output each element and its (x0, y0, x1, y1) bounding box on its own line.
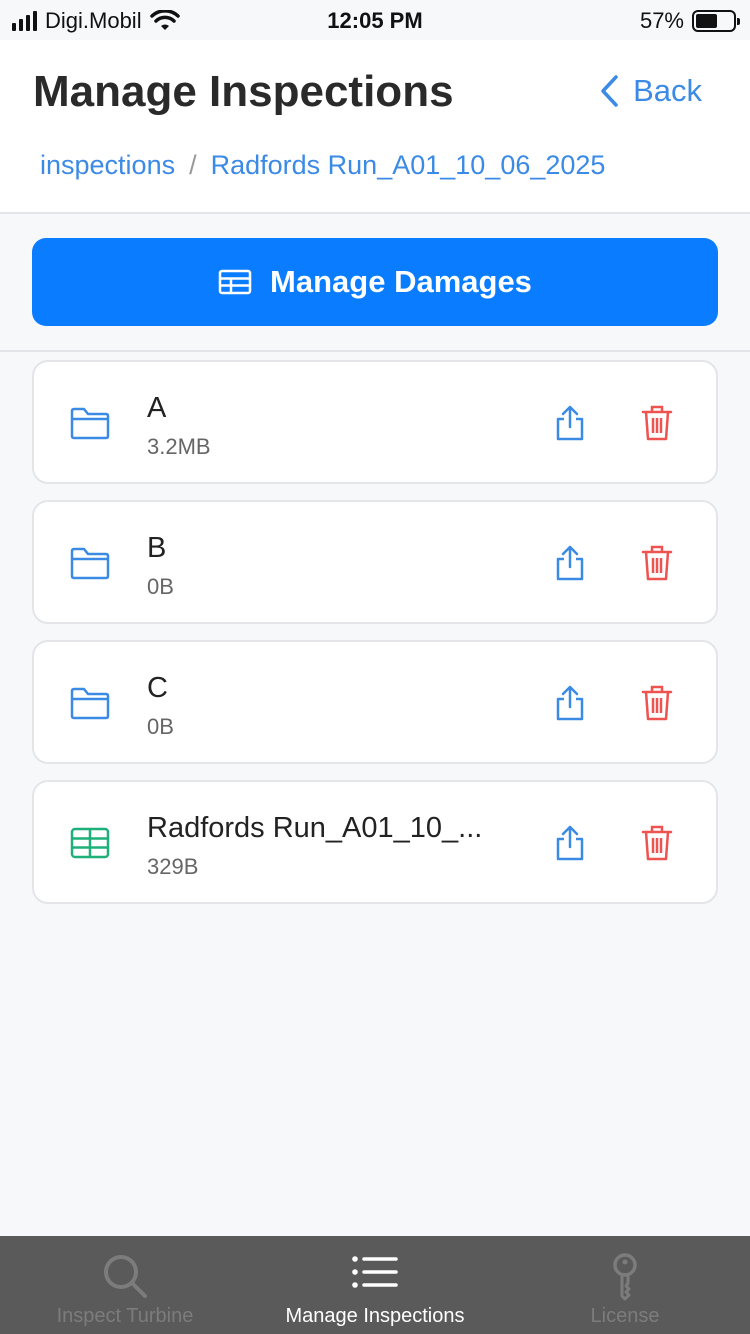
tab-label: Inspect Turbine (56, 1305, 194, 1327)
back-label: Back (633, 73, 702, 108)
breadcrumb-current[interactable]: Radfords Run_A01_10_06_2025 (211, 150, 606, 181)
tab-label: Manage Inspections (285, 1305, 465, 1327)
list-item[interactable]: Radfords Run_A01_10_... 329B (32, 780, 718, 904)
tab-icon-wrap (500, 1252, 750, 1302)
trash-icon[interactable] (640, 684, 674, 722)
list-item[interactable]: C 0B (32, 640, 718, 764)
page-title: Manage Inspections (33, 67, 454, 116)
breadcrumb: inspections / Radfords Run_A01_10_06_202… (40, 150, 605, 181)
manage-damages-button[interactable]: Manage Damages (32, 238, 718, 326)
battery-percent: 57% (639, 8, 684, 33)
breadcrumb-separator: / (189, 150, 197, 180)
share-icon[interactable] (554, 684, 586, 722)
item-name: C (147, 672, 168, 704)
tab-bar: Inspect Turbine Manage Inspections Licen… (0, 1236, 750, 1334)
tab-icon-wrap (0, 1252, 250, 1300)
divider (0, 350, 750, 352)
list-item[interactable]: B 0B (32, 500, 718, 624)
table-icon (218, 269, 252, 295)
battery-icon (692, 10, 740, 32)
share-icon[interactable] (554, 544, 586, 582)
manage-damages-label: Manage Damages (270, 264, 532, 299)
spreadsheet-icon (70, 827, 110, 859)
trash-icon[interactable] (640, 824, 674, 862)
key-icon (613, 1253, 637, 1301)
chevron-left-icon (601, 75, 618, 107)
status-bar: Digi.Mobil 12:05 PM 57% (0, 0, 750, 40)
item-name: Radfords Run_A01_10_... (147, 812, 483, 844)
item-size: 0B (147, 714, 174, 739)
item-size: 0B (147, 574, 174, 599)
tab-label: License (590, 1305, 660, 1327)
list-item[interactable]: A 3.2MB (32, 360, 718, 484)
battery-fill (696, 14, 717, 28)
item-size: 3.2MB (147, 434, 211, 459)
item-name: B (147, 532, 167, 564)
tab-inspect-turbine[interactable]: Inspect Turbine (0, 1236, 250, 1334)
folder-icon (70, 547, 110, 580)
list-icon (352, 1256, 398, 1288)
search-icon (104, 1255, 147, 1298)
trash-icon[interactable] (640, 544, 674, 582)
trash-icon[interactable] (640, 404, 674, 442)
back-button[interactable]: Back (599, 73, 702, 109)
share-icon[interactable] (554, 824, 586, 862)
tab-icon-wrap (250, 1252, 500, 1292)
folder-icon (70, 407, 110, 440)
item-size: 329B (147, 854, 199, 879)
item-name: A (147, 392, 167, 424)
status-right: 57% (639, 8, 740, 34)
folder-icon (70, 687, 110, 720)
share-icon[interactable] (554, 404, 586, 442)
status-time: 12:05 PM (327, 8, 423, 33)
tab-license[interactable]: License (500, 1236, 750, 1334)
inspection-list: A 3.2MB B 0B C 0B Radfords Run_A01_10_..… (32, 360, 718, 920)
tab-manage-inspections[interactable]: Manage Inspections (250, 1236, 500, 1334)
header: Manage Inspections Back inspections / Ra… (0, 40, 750, 214)
breadcrumb-inspections[interactable]: inspections (40, 150, 175, 181)
